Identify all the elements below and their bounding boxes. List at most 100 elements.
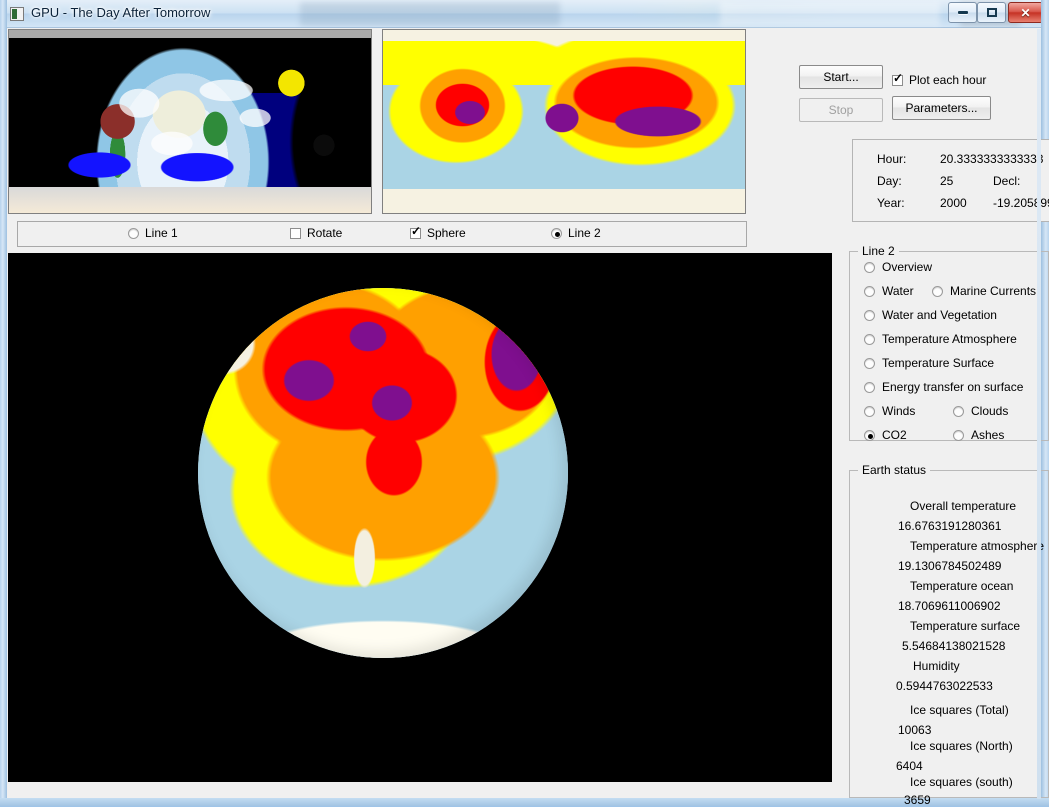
app-icon (10, 7, 24, 21)
window-border-bottom (0, 798, 1049, 806)
checkbox-plot-each-hour-icon[interactable] (892, 72, 903, 86)
line2-option-temp-atmosphere-label: Temperature Atmosphere (882, 332, 1017, 346)
line2-option-temp-surface[interactable]: Temperature Surface (864, 356, 994, 370)
map-south-ice (9, 187, 371, 213)
year-value: 2000 (940, 196, 967, 210)
line2-option-water-label: Water (882, 284, 914, 298)
window-border-left (0, 0, 7, 806)
temperature-atmosphere-value: 19.1306784502489 (898, 559, 1002, 573)
line2-option-ashes-label: Ashes (971, 428, 1005, 442)
line2-group-title: Line 2 (858, 244, 899, 258)
world-map-co2[interactable] (382, 29, 746, 214)
radio-line1-icon[interactable] (128, 227, 139, 239)
humidity-value: 0.5944763022533 (896, 679, 993, 693)
overall-temperature-value: 16.6763191280361 (898, 519, 1002, 533)
radio-temp-surface-icon[interactable] (864, 357, 875, 369)
ice-squares-total-value: 10063 (898, 723, 932, 737)
globe-shading (198, 288, 568, 658)
line2-option-marine-currents[interactable]: Marine Currents (932, 284, 1036, 298)
hour-value: 20.3333333333333 (940, 152, 1044, 166)
ice-squares-north-label: Ice squares (North) (910, 739, 1013, 753)
radio-clouds-icon[interactable] (953, 405, 964, 417)
line2-option-winds-label: Winds (882, 404, 916, 418)
line2-option-water-vegetation-label: Water and Vegetation (882, 308, 997, 322)
humidity-label: Humidity (913, 659, 960, 673)
option-sphere[interactable]: Sphere (410, 225, 466, 240)
co2-region-veryhigh (451, 97, 488, 127)
panel-edge (1037, 29, 1041, 799)
restore-icon (978, 3, 1005, 22)
ice-squares-total-label: Ice squares (Total) (910, 703, 1009, 717)
line2-option-clouds-label: Clouds (971, 404, 1009, 418)
earth-status-group-title: Earth status (858, 463, 931, 477)
map-deep-ocean (9, 143, 371, 188)
line2-option-water[interactable]: Water (864, 284, 914, 298)
globe-viewport[interactable] (8, 253, 832, 782)
checkbox-rotate-icon[interactable] (290, 227, 301, 239)
overall-temperature-label: Overall temperature (910, 499, 1017, 513)
close-icon: ✕ (1020, 5, 1031, 20)
day-value: 25 (940, 174, 954, 188)
temperature-ocean-value: 18.7069611006902 (898, 599, 1001, 613)
radio-water-icon[interactable] (864, 285, 875, 297)
globe-co2[interactable] (198, 288, 568, 658)
line2-option-overview[interactable]: Overview (864, 260, 932, 274)
radio-co2-icon[interactable] (864, 429, 875, 441)
radio-water-vegetation-icon[interactable] (864, 309, 875, 321)
line2-option-winds[interactable]: Winds (864, 404, 915, 418)
option-line1-label: Line 1 (145, 226, 178, 240)
radio-overview-icon[interactable] (864, 261, 875, 273)
earth-status-group: Earth status Overall temperature 16.6763… (849, 463, 1049, 807)
option-line2-label: Line 2 (568, 226, 601, 240)
line2-option-co2[interactable]: CO2 (864, 428, 907, 442)
radio-energy-transfer-icon[interactable] (864, 381, 875, 393)
line2-option-water-vegetation[interactable]: Water and Vegetation (864, 308, 997, 322)
application-window: GPU - The Day After Tomorrow ✕ Line 1 Ro… (0, 0, 1049, 807)
stop-button[interactable]: Stop (799, 98, 883, 122)
minimize-icon (949, 3, 976, 22)
option-sphere-label: Sphere (427, 226, 466, 240)
option-line2[interactable]: Line 2 (551, 226, 601, 240)
line2-option-temp-atmosphere[interactable]: Temperature Atmosphere (864, 332, 1017, 346)
radio-ashes-icon[interactable] (953, 429, 964, 441)
maximize-button[interactable] (977, 2, 1006, 23)
start-button[interactable]: Start... (799, 65, 883, 89)
line2-option-energy-transfer-label: Energy transfer on surface (882, 380, 1024, 394)
co2-south-ice (383, 189, 745, 213)
line2-option-energy-transfer[interactable]: Energy transfer on surface (864, 380, 1023, 394)
close-button[interactable]: ✕ (1008, 2, 1043, 23)
glass-reflection (720, 2, 940, 26)
line2-option-ashes[interactable]: Ashes (953, 428, 1004, 442)
ice-squares-north-value: 6404 (896, 759, 923, 773)
day-label: Day: (877, 174, 902, 188)
radio-winds-icon[interactable] (864, 405, 875, 417)
co2-map-canvas (383, 30, 745, 213)
window-title: GPU - The Day After Tomorrow (31, 5, 211, 20)
option-rotate[interactable]: Rotate (290, 226, 342, 240)
view-options-bar: Line 1 Rotate Sphere Line 2 (17, 221, 747, 247)
title-bar[interactable]: GPU - The Day After Tomorrow ✕ (0, 0, 1049, 28)
checkbox-sphere-icon[interactable] (410, 225, 421, 239)
world-map-overview[interactable] (8, 29, 372, 214)
simulation-time-panel: Hour: 20.3333333333333 Day: 25 Decl: Yea… (852, 139, 1049, 222)
radio-marine-currents-icon[interactable] (932, 285, 943, 297)
ice-squares-south-label: Ice squares (south) (910, 775, 1013, 789)
line2-option-temp-surface-label: Temperature Surface (882, 356, 995, 370)
line2-option-co2-label: CO2 (882, 428, 907, 442)
option-rotate-label: Rotate (307, 226, 343, 240)
option-line1[interactable]: Line 1 (128, 226, 178, 240)
plot-each-hour-label: Plot each hour (909, 73, 987, 87)
hour-label: Hour: (877, 152, 907, 166)
co2-region-veryhigh (607, 103, 709, 140)
line2-option-overview-label: Overview (882, 260, 933, 274)
radio-temp-atmosphere-icon[interactable] (864, 333, 875, 345)
plot-each-hour-checkbox[interactable]: Plot each hour (892, 72, 987, 87)
co2-region-veryhigh (542, 99, 583, 137)
line2-option-clouds[interactable]: Clouds (953, 404, 1008, 418)
radio-line2-icon[interactable] (551, 227, 562, 239)
right-control-column: Start... Stop Parameters... Plot each ho… (799, 29, 1049, 807)
parameters-button[interactable]: Parameters... (892, 96, 991, 120)
client-area: Line 1 Rotate Sphere Line 2 (7, 28, 1049, 807)
line2-option-marine-currents-label: Marine Currents (950, 284, 1037, 298)
minimize-button[interactable] (948, 2, 977, 23)
